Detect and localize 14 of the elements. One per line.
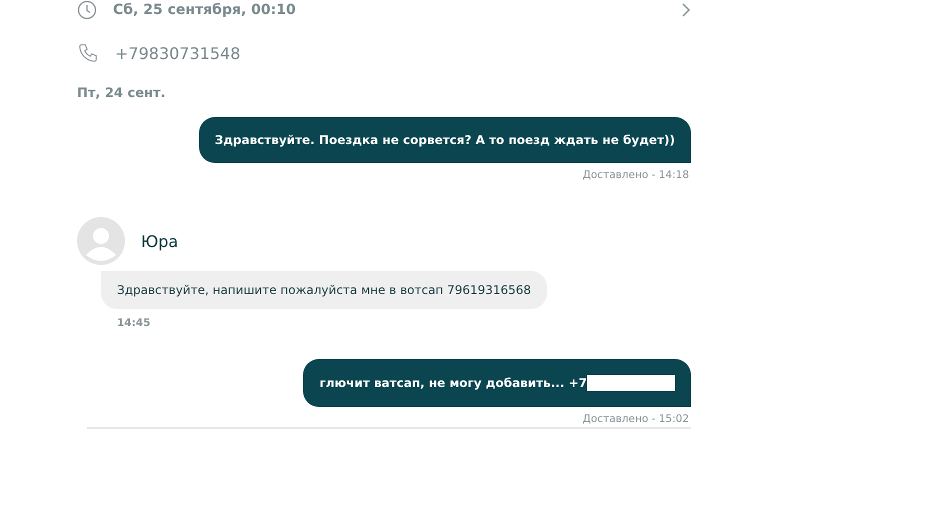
message-bubble: Здравствуйте, напишите пожалуйста мне в вотсап 79619316568 [101,271,548,309]
delivery-status: Доставлено - 15:02 [582,413,689,425]
message-bubble: Здравствуйте. Поездка не сорвется? А то поезд ждать не будет)) [198,117,691,163]
clock-icon [77,0,97,20]
trip-datetime: Сб, 25 сентября, 00:10 [113,2,297,18]
phone-number: +79830731548 [115,44,240,62]
author-name: Юра [141,232,178,250]
chevron-icon[interactable] [681,3,691,17]
phone-icon [77,42,99,64]
message-time: 14:45 [117,317,150,329]
message-bubble: глючит ватсап, не могу добавить... +7 [303,359,691,407]
avatar-icon [77,217,125,265]
date-label: Пт, 24 сент. [77,86,166,101]
delivery-status: Доставлено - 14:18 [582,169,689,181]
